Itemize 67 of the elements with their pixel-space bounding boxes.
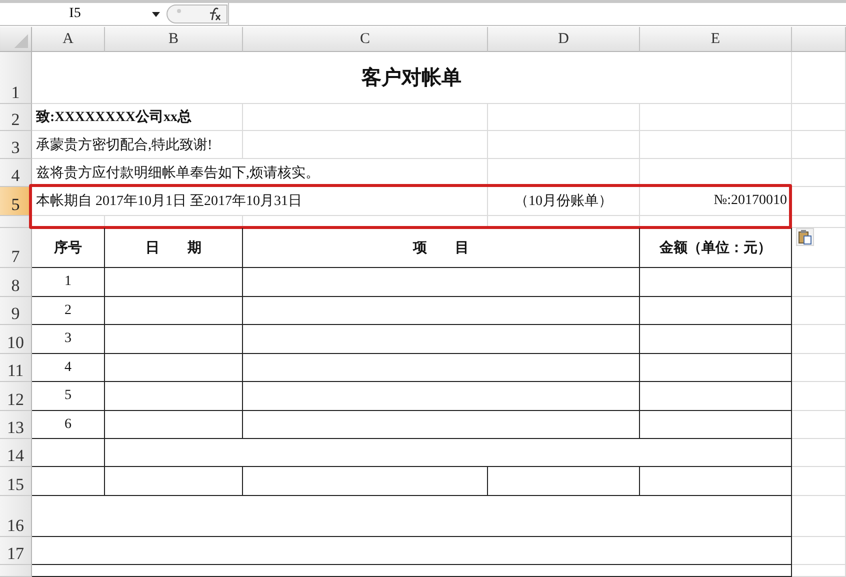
sheet-title: 客户对帐单	[32, 52, 792, 104]
sheet-cell[interactable]	[792, 382, 846, 411]
sheet-cell[interactable]	[640, 104, 792, 131]
sheet-cell[interactable]	[792, 439, 846, 467]
sheet-cell[interactable]	[792, 325, 846, 354]
sheet-cell[interactable]	[792, 228, 846, 268]
row-header[interactable]: 17	[0, 537, 32, 565]
sheet-cell[interactable]	[792, 467, 846, 496]
sheet-text: 兹将贵方应付款明细帐单奉告如下,烦请核实。	[32, 159, 488, 187]
table-cell: 3	[32, 325, 105, 354]
sheet-text: 致:XXXXXXXX公司xx总	[32, 104, 243, 131]
name-box[interactable]: I5	[0, 6, 150, 22]
sheet-cell[interactable]	[792, 565, 846, 577]
column-heading: 金额（单位：元）	[640, 228, 792, 268]
sheet-cell[interactable]	[792, 354, 846, 382]
sheet-cell[interactable]	[640, 131, 792, 159]
column-heading: 日 期	[105, 228, 243, 268]
column-header[interactable]	[792, 27, 846, 52]
sheet-cell[interactable]	[792, 411, 846, 439]
sheet-text: №:20170010	[640, 187, 792, 216]
row-header[interactable]: 9	[0, 297, 32, 325]
row-header[interactable]: 1	[0, 52, 32, 104]
row-header[interactable]: 14	[0, 439, 32, 467]
row-header[interactable]: 7	[0, 228, 32, 268]
table-cell: 4	[32, 354, 105, 382]
column-header[interactable]: D	[488, 27, 640, 52]
sheet-cell[interactable]	[792, 52, 846, 104]
table-cell: 1	[32, 268, 105, 297]
sheet-cell[interactable]	[792, 268, 846, 297]
row-header[interactable]: 13	[0, 411, 32, 439]
sheet-cell[interactable]	[792, 104, 846, 131]
sheet-text: 承蒙贵方密切配合,特此致谢!	[32, 131, 243, 159]
column-header[interactable]: B	[105, 27, 243, 52]
row-header[interactable]: 5	[0, 187, 32, 216]
column-heading: 项 目	[243, 228, 640, 268]
row-header[interactable]	[0, 216, 32, 228]
row-header[interactable]: 12	[0, 382, 32, 411]
row-header[interactable]: 16	[0, 496, 32, 537]
row-header[interactable]: 15	[0, 467, 32, 496]
table-cell: 5	[32, 382, 105, 411]
row-header[interactable]: 10	[0, 325, 32, 354]
row-header[interactable]: 3	[0, 131, 32, 159]
sheet-cell[interactable]	[792, 131, 846, 159]
row-header[interactable]: 2	[0, 104, 32, 131]
select-all-button[interactable]	[0, 27, 32, 52]
sheet-cell[interactable]	[243, 131, 488, 159]
sheet-cell[interactable]	[488, 104, 640, 131]
row-header[interactable]: 11	[0, 354, 32, 382]
table-cell: 2	[32, 297, 105, 325]
sheet-cell[interactable]	[792, 537, 846, 565]
sheet-text: 本帐期自 2017年10月1日 至2017年10月31日	[32, 187, 488, 216]
row-header[interactable]: 8	[0, 268, 32, 297]
column-header[interactable]: E	[640, 27, 792, 52]
sheet-cell[interactable]	[243, 104, 488, 131]
column-header[interactable]: A	[32, 27, 105, 52]
sheet-cell[interactable]	[792, 187, 846, 216]
sheet-cell[interactable]	[792, 159, 846, 187]
sheet-text: （10月份账单）	[488, 187, 640, 216]
table-cell: 6	[32, 411, 105, 439]
column-header[interactable]: C	[243, 27, 488, 52]
paste-options-icon[interactable]	[796, 228, 814, 246]
row-header[interactable]: 4	[0, 159, 32, 187]
column-heading: 序号	[32, 228, 105, 268]
sheet-cell[interactable]	[792, 496, 846, 537]
dropdown-arrow-icon[interactable]	[152, 12, 160, 16]
sheet-cell[interactable]	[488, 131, 640, 159]
sheet-cell[interactable]	[792, 297, 846, 325]
